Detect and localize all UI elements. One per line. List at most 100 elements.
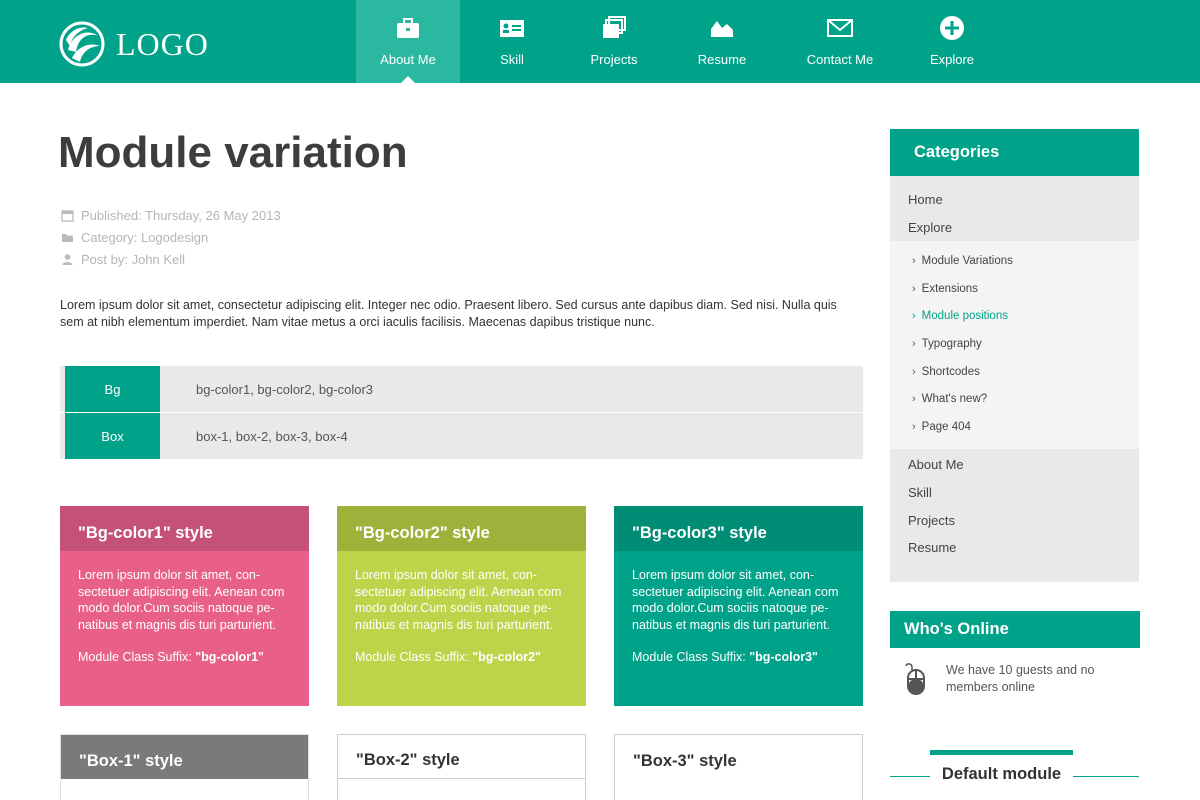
main-nav: About Me Skill Projects Resume Contact M… <box>356 0 1004 83</box>
chevron-right-icon: › <box>912 310 916 323</box>
nav-label: About Me <box>380 52 436 67</box>
default-module-accent-bar <box>930 750 1073 755</box>
whos-online-text: We have 10 guests and no members online <box>946 663 1095 694</box>
calendar-icon <box>60 208 74 222</box>
module-title: "Bg-color2" style <box>337 506 586 551</box>
subcategory-item[interactable]: › Shortcodes <box>912 358 1139 386</box>
chevron-right-icon: › <box>912 365 916 378</box>
categories-module: Categories Home Explore › Module Variatio… <box>890 129 1139 582</box>
nav-label: Resume <box>697 52 747 67</box>
user-icon <box>60 252 74 266</box>
suffix-label: Module Class Suffix: <box>632 650 750 664</box>
module-text: Lorem ipsum dolor sit amet, con-sectetue… <box>78 568 285 632</box>
nav-item-contact-me[interactable]: Contact Me <box>780 0 900 83</box>
site-header: LOGO About Me Skill Projects Resume Cont… <box>0 0 1200 83</box>
logo-swirl-icon <box>59 21 105 67</box>
category-link[interactable]: Category: Logodesign <box>81 230 208 245</box>
categories-bottom-list: About Me Skill Projects Resume <box>890 448 1139 582</box>
subcategory-item[interactable]: › What's new? <box>912 385 1139 413</box>
subcategory-label: Module Variations <box>921 254 1013 267</box>
author-name: Post by: John Kell <box>81 251 186 267</box>
box-title: "Box-2" style <box>338 735 585 779</box>
nav-label: Projects <box>590 52 638 67</box>
box-title: "Box-3" style <box>633 751 737 770</box>
category-item-projects[interactable]: Projects <box>908 506 1139 534</box>
suffix-value: "bg-color1" <box>195 650 264 664</box>
categories-top-list: Home Explore <box>890 176 1139 241</box>
module-bg-color2: "Bg-color2" style Lorem ipsum dolor sit … <box>337 506 586 706</box>
nav-item-projects[interactable]: Projects <box>564 0 664 83</box>
nav-label: Skill <box>500 52 524 67</box>
module-class-table: Bg bg-color1, bg-color2, bg-color3 Box b… <box>60 366 863 460</box>
briefcase-icon <box>394 14 422 42</box>
mouse-icon <box>902 662 932 696</box>
subcategory-item-selected[interactable]: › Module positions <box>912 302 1139 330</box>
area-chart-icon <box>708 14 736 42</box>
module-title: "Bg-color1" style <box>60 506 309 551</box>
intro-paragraph: Lorem ipsum dolor sit amet, consectetur … <box>60 298 837 329</box>
whos-online-body: We have 10 guests and no members online <box>890 648 1140 710</box>
table-row: Bg bg-color1, bg-color2, bg-color3 <box>60 366 863 412</box>
subcategory-label: Shortcodes <box>921 365 980 378</box>
nav-item-about-me[interactable]: About Me <box>356 0 460 83</box>
stacked-windows-icon <box>600 14 628 42</box>
page-title: Module variation <box>58 128 408 177</box>
module-bg-color3: "Bg-color3" style Lorem ipsum dolor sit … <box>614 506 863 706</box>
category-item-resume[interactable]: Resume <box>908 534 1139 562</box>
suffix-label: Module Class Suffix: <box>78 650 196 664</box>
subcategory-label: Page 404 <box>921 420 971 433</box>
divider <box>1073 776 1139 777</box>
module-body: Lorem ipsum dolor sit amet, con-sectetue… <box>60 551 309 706</box>
table-row: Box box-1, box-2, box-3, box-4 <box>60 413 863 459</box>
subcategory-label: What's new? <box>921 393 988 406</box>
nav-label: Explore <box>929 52 975 67</box>
subcategory-item[interactable]: › Page 404 <box>912 413 1139 441</box>
module-body: Lorem ipsum dolor sit amet, con-sectetue… <box>614 551 863 706</box>
logo-text: LOGO <box>116 25 209 62</box>
categories-title: Categories <box>890 129 1139 176</box>
chevron-right-icon: › <box>912 254 916 267</box>
plus-circle-icon <box>938 14 966 42</box>
module-suffix: Module Class Suffix: "bg-color3" <box>632 649 845 666</box>
whos-online-title: Who's Online <box>890 611 1140 648</box>
nav-item-explore[interactable]: Explore <box>900 0 1004 83</box>
module-suffix: Module Class Suffix: "bg-color1" <box>78 649 291 666</box>
logo[interactable]: LOGO <box>58 20 209 68</box>
module-body: Lorem ipsum dolor sit amet, con-sectetue… <box>337 551 586 706</box>
category-item-about-me[interactable]: About Me <box>908 451 1139 479</box>
module-title: "Bg-color3" style <box>614 506 863 551</box>
chevron-right-icon: › <box>912 393 916 406</box>
category-item-explore[interactable]: Explore <box>908 213 1139 241</box>
chevron-right-icon: › <box>912 420 916 433</box>
nav-item-skill[interactable]: Skill <box>460 0 564 83</box>
box-title: "Box-1" style <box>61 735 308 779</box>
table-value: bg-color1, bg-color2, bg-color3 <box>196 381 374 397</box>
module-box-2: "Box-2" style <box>337 734 586 800</box>
category-item-skill[interactable]: Skill <box>908 479 1139 507</box>
subcategory-item[interactable]: › Typography <box>912 330 1139 358</box>
whos-online-module: Who's Online We have 10 guests and no me… <box>890 611 1140 710</box>
folder-icon <box>60 230 74 244</box>
suffix-value: "bg-color3" <box>749 650 818 664</box>
module-suffix: Module Class Suffix: "bg-color2" <box>355 649 568 666</box>
envelope-icon <box>826 14 854 42</box>
module-bg-color1: "Bg-color1" style Lorem ipsum dolor sit … <box>60 506 309 706</box>
module-text: Lorem ipsum dolor sit amet, con-sectetue… <box>355 568 562 632</box>
module-box-1: "Box-1" style <box>60 734 309 800</box>
suffix-value: "bg-color2" <box>472 650 541 664</box>
table-key: Bg <box>65 366 160 412</box>
categories-sub-list: › Module Variations › Extensions › Module p… <box>890 241 1139 449</box>
module-text: Lorem ipsum dolor sit amet, con-sectetue… <box>632 568 839 632</box>
default-module-title: Default module <box>941 765 1062 783</box>
nav-label: Contact Me <box>806 52 874 67</box>
table-key: Box <box>65 413 160 459</box>
subcategory-item[interactable]: › Extensions <box>912 275 1139 303</box>
meta-author: Post by: John Kell <box>60 248 281 270</box>
category-item-home[interactable]: Home <box>908 185 1139 213</box>
table-value: box-1, box-2, box-3, box-4 <box>196 428 348 444</box>
nav-item-resume[interactable]: Resume <box>664 0 780 83</box>
article-meta: Published: Thursday, 26 May 2013 Categor… <box>60 204 281 270</box>
meta-published: Published: Thursday, 26 May 2013 <box>60 204 281 226</box>
subcategory-item[interactable]: › Module Variations <box>912 247 1139 275</box>
suffix-label: Module Class Suffix: <box>355 650 473 664</box>
